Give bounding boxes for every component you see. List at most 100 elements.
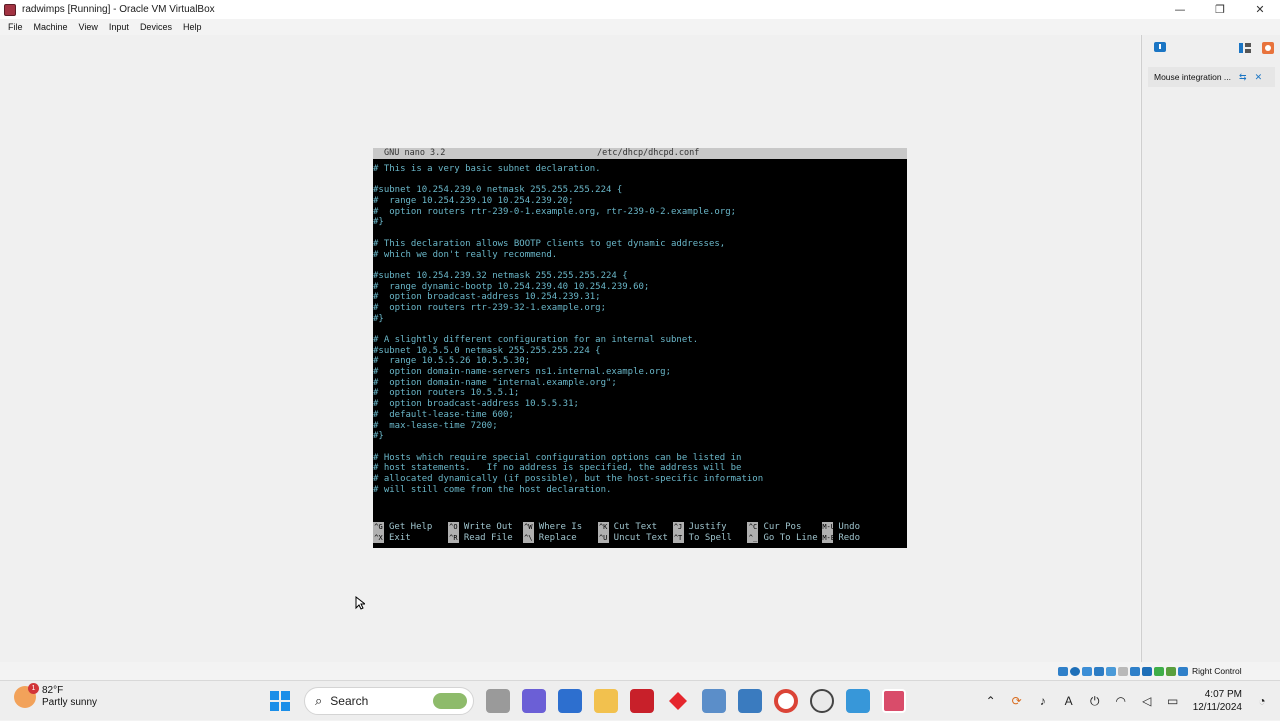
recording-icon[interactable] — [1142, 666, 1152, 676]
notepad-icon[interactable] — [846, 689, 870, 713]
nano-text-line: # range 10.5.5.26 10.5.5.30; — [373, 356, 531, 367]
search-icon: ⌕ — [315, 693, 323, 708]
menu-help[interactable]: Help — [183, 22, 202, 32]
virtualbox-vm-icon[interactable] — [882, 689, 906, 713]
copilot-icon[interactable] — [522, 689, 546, 713]
shortcut-key: ^G — [373, 522, 384, 533]
chevron-up-icon[interactable]: ⌃ — [981, 694, 1001, 708]
menu-input[interactable]: Input — [109, 22, 129, 32]
sync-icon[interactable]: ⟳ — [1007, 694, 1027, 708]
shortcut-uncut-text: ^U Uncut Text — [597, 532, 673, 543]
shortcut-write-out: ^O Write Out — [447, 522, 523, 533]
shortcut-justify: ^J Justify — [672, 522, 748, 533]
restore-button[interactable]: ❐ — [1200, 0, 1240, 19]
clock-date: 12/11/2024 — [1192, 702, 1242, 713]
window-controls: — ❐ ✕ — [1160, 0, 1280, 19]
network-icon[interactable] — [1094, 666, 1104, 676]
pin-icon[interactable]: ⇆ — [1239, 72, 1247, 83]
power-icon[interactable]: ⏻ — [1085, 694, 1105, 709]
volume-icon[interactable]: ◁ — [1137, 694, 1157, 708]
nano-version: GNU nano 3.2 — [384, 148, 446, 158]
nano-text-line — [373, 442, 907, 453]
close-message-icon[interactable]: ✕ — [1255, 72, 1263, 83]
virtualbox-app-icon — [4, 3, 16, 16]
taskbar: 1 82°F Partly sunny ⌕ Search ⌃ ⟳ ♪ A ⏻ ◠… — [0, 680, 1280, 720]
nano-text-line: # default-lease-time 600; — [373, 409, 514, 420]
nano-text-line: # option domain-name-servers ns1.interna… — [373, 367, 672, 378]
menu-devices[interactable]: Devices — [140, 22, 172, 32]
nano-text-line: # option broadcast-address 10.5.5.31; — [373, 399, 579, 410]
nano-text-line — [373, 324, 907, 335]
shortcut-key: ^J — [672, 522, 684, 533]
nano-text-line: # option routers rtr-239-0-1.example.org… — [373, 206, 737, 217]
remote-desktop-icon[interactable] — [738, 689, 762, 713]
nano-text-line: # A slightly different configuration for… — [373, 335, 699, 345]
host-key-label: Right Control — [1192, 666, 1242, 676]
shortcut-label: Cut Text — [613, 522, 658, 532]
weather-widget[interactable]: 1 82°F Partly sunny — [14, 683, 98, 709]
shortcut-label: Go To Line — [763, 532, 818, 543]
panel-settings-icon[interactable] — [1261, 41, 1275, 55]
weather-description: Partly sunny — [42, 697, 98, 708]
usb-icon[interactable] — [1106, 666, 1116, 676]
display-icon[interactable] — [1130, 666, 1140, 676]
nano-text-line: #} — [373, 431, 384, 442]
nano-title-bar: GNU nano 3.2 /etc/dhcp/dhcpd.conf — [373, 148, 907, 159]
vm-display[interactable]: GNU nano 3.2 /etc/dhcp/dhcpd.conf # This… — [0, 35, 1140, 662]
nano-text-line: # which we don't really recommend. — [373, 249, 558, 260]
nano-text-line: # max-lease-time 7200; — [373, 420, 498, 431]
search-highlight-icon — [433, 693, 467, 709]
clock-time: 4:07 PM — [1204, 689, 1242, 700]
shortcut-exit: ^X Exit — [373, 532, 448, 543]
notification-center-icon[interactable] — [1153, 41, 1167, 55]
virtualbox-cube-icon[interactable] — [702, 689, 726, 713]
menu-view[interactable]: View — [79, 22, 98, 32]
shortcut-get-help: ^G Get Help — [373, 522, 448, 533]
shortcut-redo: M-E Redo — [822, 532, 897, 543]
shortcut-label: Undo — [838, 522, 861, 532]
shortcut-key: ^U — [597, 532, 609, 543]
mouse-integration-message[interactable]: Mouse integration ... ⇆ ✕ — [1148, 67, 1275, 87]
mcafee-icon[interactable] — [630, 689, 654, 713]
keyboard-icon[interactable] — [1178, 666, 1188, 676]
language-icon[interactable]: A — [1059, 694, 1079, 708]
hard-disk-icon[interactable] — [1058, 666, 1068, 676]
shortcut-label: Justify — [688, 522, 727, 532]
menu-file[interactable]: File — [8, 22, 23, 32]
nano-text-line: # will still come from the host declarat… — [373, 484, 612, 495]
panel-dock-icon[interactable] — [1238, 41, 1252, 55]
notification-bell-icon[interactable]: ◔ — [1252, 694, 1272, 708]
file-explorer-icon[interactable] — [594, 689, 618, 713]
close-button[interactable]: ✕ — [1240, 0, 1280, 19]
microsoft-store-icon[interactable] — [558, 689, 582, 713]
cpu-activity-icon[interactable] — [1154, 666, 1164, 676]
shared-folders-icon[interactable] — [1118, 666, 1128, 676]
weather-temperature: 82°F — [42, 685, 64, 696]
menu-machine[interactable]: Machine — [34, 22, 68, 32]
shortcut-where-is: ^W Where Is — [522, 522, 598, 533]
circle-app-icon[interactable] — [810, 689, 834, 713]
vm-status-bar: Right Control — [1058, 664, 1280, 678]
start-button[interactable] — [268, 689, 292, 713]
audio-icon[interactable] — [1082, 666, 1092, 676]
shortcut-key: ^R — [447, 532, 459, 543]
microphone-icon[interactable]: ♪ — [1033, 694, 1053, 708]
red-diamond-app-icon[interactable] — [666, 689, 690, 713]
nano-text-line: # allocated dynamically (if possible), b… — [373, 473, 764, 484]
nano-text-line: # option domain-name "internal.example.o… — [373, 377, 617, 388]
clock[interactable]: 4:07 PM 12/11/2024 — [1193, 688, 1242, 714]
wifi-icon[interactable]: ◠ — [1111, 694, 1131, 708]
shortcut-label: Where Is — [538, 522, 583, 532]
task-view-icon[interactable] — [486, 689, 510, 713]
shortcut-label: Cur Pos — [763, 522, 802, 532]
chrome-icon[interactable] — [774, 689, 798, 713]
nano-text-area[interactable]: # This is a very basic subnet declaratio… — [373, 164, 907, 495]
optical-drive-icon[interactable] — [1070, 666, 1080, 676]
battery-icon[interactable]: ▭ — [1163, 694, 1183, 708]
mouse-integration-icon[interactable] — [1166, 666, 1176, 676]
window-title-bar: radwimps [Running] - Oracle VM VirtualBo… — [0, 0, 1280, 19]
shortcut-go-to-line: ^_ Go To Line — [747, 532, 822, 543]
nano-editor[interactable]: GNU nano 3.2 /etc/dhcp/dhcpd.conf # This… — [373, 148, 907, 548]
taskbar-search[interactable]: ⌕ Search — [304, 687, 474, 715]
minimize-button[interactable]: — — [1160, 0, 1200, 19]
